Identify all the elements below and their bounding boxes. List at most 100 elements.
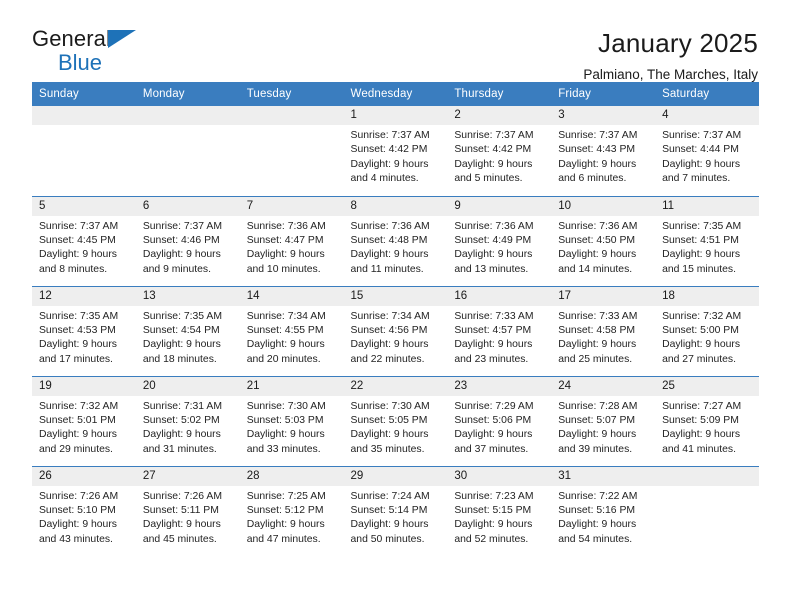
daylight-duration-line1: Daylight: 9 hours [39,339,117,351]
calendar-day-cell[interactable]: 30 Sunrise: 7:23 AM Sunset: 5:15 PM Dayligh… [447,465,552,556]
calendar-day-cell[interactable]: 17 Sunrise: 7:33 AM Sunset: 4:58 PM Dayligh… [551,285,656,376]
day-sun-info: Sunrise: 7:34 AM Sunset: 4:55 PM Daylight:… [240,306,344,368]
sunset-time: Sunset: 4:50 PM [558,234,636,246]
sunrise-time: Sunrise: 7:35 AM [142,310,222,322]
calendar-day-cell[interactable]: 7 Sunrise: 7:36 AM Sunset: 4:47 PM Daylight… [239,195,344,286]
daylight-duration-line2: and 39 minutes. [558,443,633,455]
day-sun-info: Sunrise: 7:26 AM Sunset: 5:11 PM Daylight:… [136,486,240,548]
sunrise-time: Sunrise: 7:30 AM [350,400,430,412]
calendar-day-cell[interactable]: 29 Sunrise: 7:24 AM Sunset: 5:14 PM Dayligh… [343,465,448,556]
calendar-body: 1 Sunrise: 7:37 AM Sunset: 4:42 PM Daylight… [32,106,759,556]
daylight-duration-line2: and 50 minutes. [350,533,425,545]
calendar-day-cell[interactable]: 9 Sunrise: 7:36 AM Sunset: 4:49 PM Daylight… [447,195,552,286]
calendar-day-cell[interactable]: 5 Sunrise: 7:37 AM Sunset: 4:45 PM Daylight… [32,195,136,286]
daylight-duration-line1: Daylight: 9 hours [142,339,221,351]
day-sun-info: Sunrise: 7:36 AM Sunset: 4:49 PM Daylight:… [447,216,551,278]
sunset-time: Sunset: 4:53 PM [39,324,116,336]
title-block: January 2025 Palmiano, The Marches, Ital… [583,28,758,83]
day-number: 27 [135,466,240,486]
calendar-day-cell[interactable]: 10 Sunrise: 7:36 AM Sunset: 4:50 PM Dayligh… [551,195,656,286]
day-sun-info: Sunrise: 7:27 AM Sunset: 5:09 PM Daylight:… [655,396,759,458]
daylight-duration-line2: and 17 minutes. [39,353,113,365]
calendar-day-cell[interactable]: 24 Sunrise: 7:28 AM Sunset: 5:07 PM Dayligh… [551,375,656,466]
calendar-day-cell[interactable]: 20 Sunrise: 7:31 AM Sunset: 5:02 PM Dayligh… [135,375,240,466]
sunrise-time: Sunrise: 7:36 AM [350,220,430,232]
sunrise-time: Sunrise: 7:28 AM [558,400,638,412]
day-number: 23 [447,376,552,396]
daylight-duration-line1: Daylight: 9 hours [558,519,637,531]
calendar-head: Sunday Monday Tuesday Wednesday Thursday Frid… [32,82,759,106]
page-title: January 2025 [598,28,758,58]
daylight-duration-line2: and 43 minutes. [39,533,113,545]
daylight-duration-line2: and 4 minutes. [350,173,419,185]
calendar-day-cell[interactable]: 27 Sunrise: 7:26 AM Sunset: 5:11 PM Dayligh… [135,465,240,556]
calendar-day-cell[interactable]: 1 Sunrise: 7:37 AM Sunset: 4:42 PM Daylight… [343,106,448,196]
daylight-duration-line1: Daylight: 9 hours [662,158,741,170]
calendar-day-cell[interactable]: 18 Sunrise: 7:32 AM Sunset: 5:00 PM Dayligh… [655,285,759,376]
daylight-duration-line2: and 37 minutes. [454,443,529,455]
day-number: 8 [343,196,448,216]
calendar-day-cell[interactable]: 21 Sunrise: 7:30 AM Sunset: 5:03 PM Dayligh… [239,375,344,466]
day-sun-info: Sunrise: 7:35 AM Sunset: 4:54 PM Daylight:… [136,306,240,368]
calendar-day-cell[interactable]: 19 Sunrise: 7:32 AM Sunset: 5:01 PM Dayligh… [32,375,136,466]
sunset-time: Sunset: 4:47 PM [246,234,324,246]
calendar-day-cell[interactable]: 28 Sunrise: 7:25 AM Sunset: 5:12 PM Dayligh… [239,465,344,556]
day-sun-info: Sunrise: 7:37 AM Sunset: 4:46 PM Daylight:… [136,216,240,278]
page-header: General Blue January 2025 Palmiano, The … [0,0,792,83]
daylight-duration-line1: Daylight: 9 hours [350,158,429,170]
calendar-day-cell[interactable]: 3 Sunrise: 7:37 AM Sunset: 4:43 PM Daylight… [551,106,656,196]
daylight-duration-line1: Daylight: 9 hours [454,249,533,261]
day-number: 21 [239,376,344,396]
sunrise-time: Sunrise: 7:35 AM [662,220,742,232]
day-sun-info: Sunrise: 7:37 AM Sunset: 4:43 PM Daylight:… [551,125,655,187]
calendar-day-cell[interactable]: 8 Sunrise: 7:36 AM Sunset: 4:48 PM Daylight… [343,195,448,286]
day-number: 5 [32,196,136,216]
day-sun-info: Sunrise: 7:36 AM Sunset: 4:47 PM Daylight:… [240,216,344,278]
daylight-duration-line1: Daylight: 9 hours [662,339,741,351]
sunrise-time: Sunrise: 7:37 AM [142,220,222,232]
daylight-duration-line1: Daylight: 9 hours [454,339,533,351]
sunrise-time: Sunrise: 7:24 AM [350,490,430,502]
calendar-day-cell[interactable]: 12 Sunrise: 7:35 AM Sunset: 4:53 PM Dayligh… [32,285,136,376]
calendar-day-cell[interactable]: 25 Sunrise: 7:27 AM Sunset: 5:09 PM Dayligh… [655,375,759,466]
day-number: 20 [135,376,240,396]
calendar-page: General Blue January 2025 Palmiano, The … [0,0,792,612]
calendar-day-cell[interactable]: 23 Sunrise: 7:29 AM Sunset: 5:06 PM Dayligh… [447,375,552,466]
calendar-day-cell[interactable]: 26 Sunrise: 7:26 AM Sunset: 5:10 PM Dayligh… [32,465,136,556]
day-number: 17 [551,286,656,306]
calendar-day-cell[interactable]: 15 Sunrise: 7:34 AM Sunset: 4:56 PM Dayligh… [343,285,448,376]
day-sun-info: Sunrise: 7:31 AM Sunset: 5:02 PM Daylight:… [136,396,240,458]
day-number: 29 [343,466,448,486]
day-sun-info: Sunrise: 7:34 AM Sunset: 4:56 PM Daylight:… [344,306,448,368]
calendar-day-cell-empty [32,106,136,196]
calendar-week-row: 19 Sunrise: 7:32 AM Sunset: 5:01 PM Dayligh… [32,375,759,466]
sunset-time: Sunset: 4:46 PM [142,234,220,246]
day-sun-info: Sunrise: 7:33 AM Sunset: 4:57 PM Daylight:… [447,306,551,368]
calendar-day-cell[interactable]: 22 Sunrise: 7:30 AM Sunset: 5:05 PM Dayligh… [343,375,448,466]
day-sun-info: Sunrise: 7:25 AM Sunset: 5:12 PM Daylight:… [240,486,344,548]
sunset-time: Sunset: 5:10 PM [39,504,116,516]
daylight-duration-line1: Daylight: 9 hours [142,519,221,531]
daylight-duration-line1: Daylight: 9 hours [246,429,325,441]
calendar-day-cell-empty [655,465,759,556]
general-blue-logo: General Blue [32,28,142,74]
calendar-day-cell[interactable]: 11 Sunrise: 7:35 AM Sunset: 4:51 PM Dayligh… [655,195,759,286]
day-sun-info: Sunrise: 7:36 AM Sunset: 4:50 PM Daylight:… [551,216,655,278]
sunset-time: Sunset: 4:58 PM [558,324,636,336]
day-number [655,466,759,486]
calendar-day-cell[interactable]: 16 Sunrise: 7:33 AM Sunset: 4:57 PM Dayligh… [447,285,552,376]
calendar-day-cell[interactable]: 4 Sunrise: 7:37 AM Sunset: 4:44 PM Daylight… [655,106,759,196]
sunset-time: Sunset: 5:07 PM [558,414,636,426]
calendar-day-cell[interactable]: 31 Sunrise: 7:22 AM Sunset: 5:16 PM Dayligh… [551,465,656,556]
calendar-day-cell[interactable]: 14 Sunrise: 7:34 AM Sunset: 4:55 PM Dayligh… [239,285,344,376]
day-number: 24 [551,376,656,396]
calendar-day-cell[interactable]: 6 Sunrise: 7:37 AM Sunset: 4:46 PM Daylight… [135,195,240,286]
calendar-day-cell[interactable]: 2 Sunrise: 7:37 AM Sunset: 4:42 PM Daylight… [447,106,552,196]
daylight-duration-line1: Daylight: 9 hours [246,249,325,261]
daylight-duration-line2: and 6 minutes. [558,173,627,185]
daylight-duration-line1: Daylight: 9 hours [454,429,533,441]
daylight-duration-line1: Daylight: 9 hours [350,249,429,261]
calendar-day-cell[interactable]: 13 Sunrise: 7:35 AM Sunset: 4:54 PM Dayligh… [135,285,240,376]
daylight-duration-line1: Daylight: 9 hours [246,519,325,531]
sunrise-sunset-calendar-table: Sunday Monday Tuesday Wednesday Thursday Frid… [32,82,759,556]
